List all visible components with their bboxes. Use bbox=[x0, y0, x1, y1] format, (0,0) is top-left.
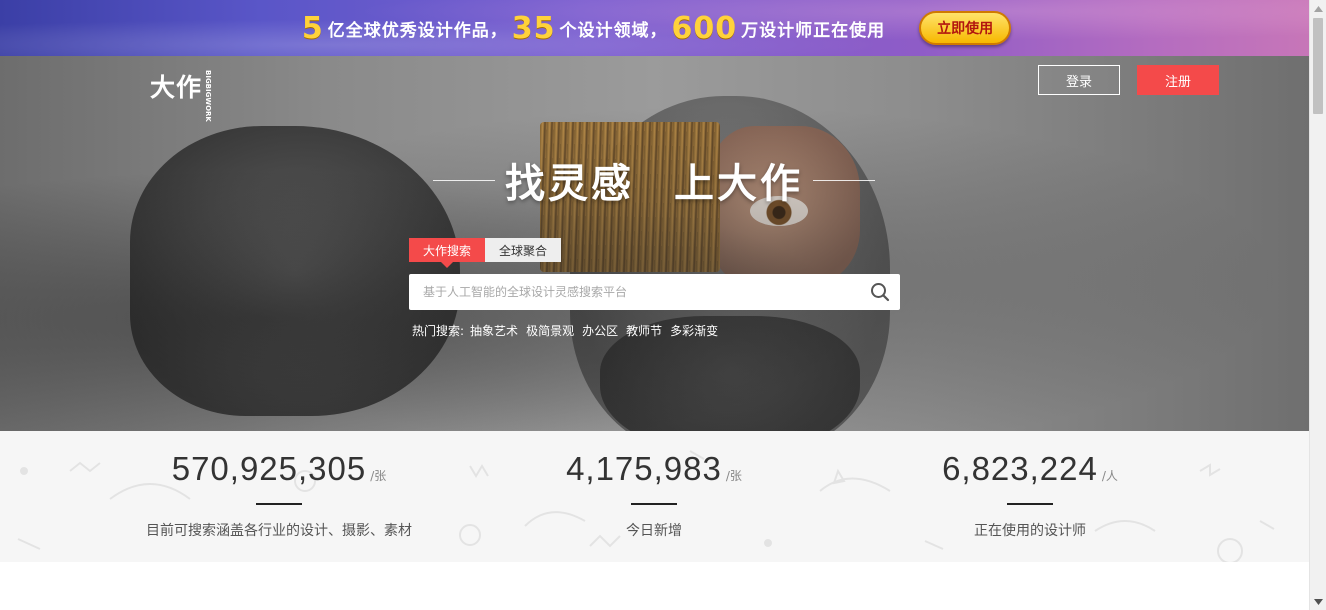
hero-title-part2: 上大作 bbox=[674, 161, 803, 207]
hot-searches-label: 热门搜索: bbox=[412, 324, 465, 338]
banner-text-works: 亿全球优秀设计作品， bbox=[327, 20, 508, 41]
stat-divider bbox=[631, 503, 677, 505]
stat-value: 6,823,224 bbox=[942, 450, 1098, 487]
stat-searchable-works: 570,925,305 /张 目前可搜索涵盖各行业的设计、摄影、素材 bbox=[69, 431, 489, 562]
tab-bigbigwork-search[interactable]: 大作搜索 bbox=[409, 238, 486, 268]
page-scrollbar[interactable] bbox=[1309, 0, 1326, 610]
search-tabs: 大作搜索 全球聚合 bbox=[409, 238, 562, 268]
stat-active-designers: 6,823,224 /人 正在使用的设计师 bbox=[820, 431, 1240, 562]
hot-search-item[interactable]: 办公区 bbox=[582, 322, 618, 339]
stat-unit: /张 bbox=[725, 469, 742, 483]
stat-description: 正在使用的设计师 bbox=[974, 523, 1086, 539]
hot-search-item[interactable]: 多彩渐变 bbox=[670, 322, 718, 339]
banner-number-fields: 35 bbox=[511, 10, 556, 46]
headline-left-line bbox=[433, 179, 495, 181]
hot-search-item[interactable]: 极简景观 bbox=[526, 322, 574, 339]
stat-divider bbox=[256, 503, 302, 505]
site-logo[interactable]: 大作 BIGBIGWORK bbox=[150, 68, 212, 122]
hot-search-item[interactable]: 教师节 bbox=[626, 322, 662, 339]
hero-headline: 找灵感 上大作 bbox=[420, 155, 888, 207]
stat-value: 570,925,305 bbox=[171, 450, 367, 487]
search-box bbox=[409, 274, 900, 310]
use-now-button[interactable]: 立即使用 bbox=[919, 11, 1012, 45]
stat-description: 目前可搜索涵盖各行业的设计、摄影、素材 bbox=[146, 523, 412, 539]
banner-number-designers: 600 bbox=[671, 10, 738, 46]
stat-new-today: 4,175,983 /张 今日新增 bbox=[444, 431, 864, 562]
scroll-down-arrow-icon[interactable] bbox=[1310, 593, 1326, 610]
hero-title: 找灵感 上大作 bbox=[505, 151, 803, 209]
stat-unit: /张 bbox=[370, 469, 387, 483]
headline-right-line bbox=[813, 179, 875, 181]
banner-text-designers: 万设计师正在使用 bbox=[741, 20, 886, 41]
tab-global-aggregation[interactable]: 全球聚合 bbox=[485, 238, 562, 262]
scrollbar-thumb[interactable] bbox=[1313, 18, 1323, 114]
scroll-up-arrow-icon[interactable] bbox=[1310, 0, 1326, 17]
stats-section: 570,925,305 /张 目前可搜索涵盖各行业的设计、摄影、素材 4,175… bbox=[0, 431, 1309, 562]
promo-banner[interactable]: 5 亿全球优秀设计作品， 35 个设计领域， 600 万设计师正在使用 立即使用 bbox=[0, 0, 1309, 56]
logo-subtext: BIGBIGWORK bbox=[204, 70, 213, 122]
banner-number-works: 5 bbox=[301, 10, 324, 46]
stat-divider bbox=[1007, 503, 1053, 505]
stat-value: 4,175,983 bbox=[566, 450, 722, 487]
banner-text-fields: 个设计领域， bbox=[559, 20, 668, 41]
search-input[interactable] bbox=[409, 274, 860, 310]
search-icon[interactable] bbox=[860, 274, 900, 310]
stat-unit: /人 bbox=[1101, 469, 1118, 483]
banner-text: 5 亿全球优秀设计作品， 35 个设计领域， 600 万设计师正在使用 bbox=[298, 11, 885, 46]
logo-text: 大作 bbox=[150, 73, 203, 102]
login-button[interactable]: 登录 bbox=[1038, 65, 1120, 95]
hot-search-item[interactable]: 抽象艺术 bbox=[470, 322, 518, 339]
stat-description: 今日新增 bbox=[626, 523, 682, 539]
hero-title-part1: 找灵感 bbox=[505, 161, 634, 207]
register-button[interactable]: 注册 bbox=[1137, 65, 1219, 95]
hot-searches: 热门搜索: 抽象艺术 极简景观 办公区 教师节 多彩渐变 bbox=[412, 322, 726, 339]
